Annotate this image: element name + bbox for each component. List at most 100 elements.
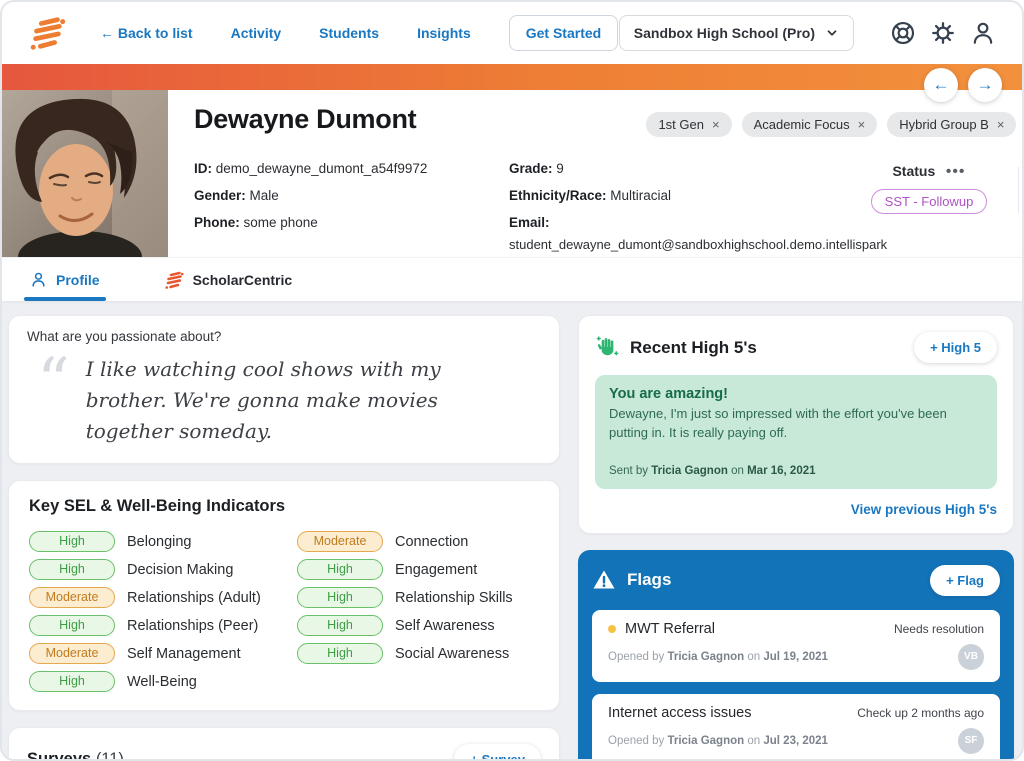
flags-title: Flags <box>627 570 671 590</box>
nav-activity[interactable]: Activity <box>231 25 282 41</box>
indicator-label: Relationships (Peer) <box>127 618 258 634</box>
main-content: What are you passionate about? “ I like … <box>2 301 1022 761</box>
tag-remove-icon[interactable]: × <box>997 117 1005 132</box>
indicator-label: Relationship Skills <box>395 590 513 606</box>
divider <box>1018 167 1019 213</box>
help-icon[interactable] <box>890 20 916 46</box>
indicator-row: ModerateConnection <box>297 531 513 552</box>
indicators-column-right: ModerateConnection HighEngagement HighRe… <box>297 531 513 692</box>
add-survey-button[interactable]: + Survey <box>454 744 541 761</box>
flag-item[interactable]: Internet access issues Check up 2 months… <box>592 694 1000 761</box>
top-nav: ← Back to list Activity Students Insight… <box>2 2 1022 64</box>
add-high5-button[interactable]: + High 5 <box>914 332 997 363</box>
settings-gear-icon[interactable] <box>930 20 956 46</box>
indicators-title: Key SEL & Well-Being Indicators <box>29 497 539 516</box>
info-email: Email: student_dewayne_dumont@sandboxhig… <box>509 209 854 253</box>
flag-opened-line: Opened by Tricia Gagnon on Jul 23, 2021 <box>608 735 828 747</box>
passion-card: What are you passionate about? “ I like … <box>8 315 560 464</box>
flag-status: Needs resolution <box>894 622 984 636</box>
indicator-label: Self Awareness <box>395 618 495 634</box>
avatar: SF <box>958 728 984 754</box>
school-selector-dropdown[interactable]: Sandbox High School (Pro) <box>619 15 854 51</box>
scholarcentric-logo-icon <box>164 270 184 290</box>
brand-logo-icon <box>28 14 66 52</box>
high5-sent-line: Sent by Tricia Gagnon on Mar 16, 2021 <box>609 465 983 477</box>
tag-remove-icon[interactable]: × <box>858 117 866 132</box>
high-five-hand-icon <box>595 335 620 360</box>
surveys-count: (11) <box>96 750 124 761</box>
indicator-row: Moderate Relationships (Adult) <box>29 587 297 608</box>
indicator-label: Connection <box>395 534 468 550</box>
indicator-row: Moderate Self Management <box>29 643 297 664</box>
flag-title: Internet access issues <box>608 705 751 721</box>
tab-scholarcentric-label: ScholarCentric <box>193 272 293 288</box>
tab-bar: Profile ScholarCentric <box>2 257 1022 301</box>
indicator-row: HighDecision Making <box>29 559 297 580</box>
info-gender: Gender: Male <box>194 182 509 209</box>
high5-card: Recent High 5's + High 5 You are amazing… <box>578 315 1014 534</box>
user-profile-icon[interactable] <box>970 20 996 46</box>
indicator-row: High Self Awareness <box>297 615 513 636</box>
avatar: VB <box>958 644 984 670</box>
add-flag-button[interactable]: + Flag <box>930 565 1000 596</box>
get-started-button[interactable]: Get Started <box>509 15 618 51</box>
info-phone: Phone: some phone <box>194 209 509 236</box>
level-badge: High <box>29 671 115 692</box>
indicator-label: Engagement <box>395 562 477 578</box>
flag-item[interactable]: MWT Referral Needs resolution Opened by … <box>592 610 1000 682</box>
warning-triangle-icon <box>592 568 616 592</box>
status-block: Status ••• SST - Followup <box>854 155 1004 253</box>
high5-message-title: You are amazing! <box>609 386 983 402</box>
level-badge: Moderate <box>29 587 115 608</box>
info-column-left: ID: demo_dewayne_dumont_a54f9972 Gender:… <box>194 155 509 253</box>
level-badge: High <box>29 531 115 552</box>
indicator-label: Relationships (Adult) <box>127 590 261 606</box>
level-badge: High <box>297 615 383 636</box>
student-pager: ← → <box>924 68 1002 102</box>
flag-opened-line: Opened by Tricia Gagnon on Jul 19, 2021 <box>608 651 828 663</box>
next-student-button[interactable]: → <box>968 68 1002 102</box>
surveys-card: Surveys (11) + Survey ScholarCentric Mid… <box>8 727 560 761</box>
tag-label: Hybrid Group B <box>899 117 989 132</box>
student-header: Dewayne Dumont 1st Gen × Academic Focus … <box>2 90 1022 257</box>
surveys-title: Surveys (11) <box>27 750 124 761</box>
school-selector-value: Sandbox High School (Pro) <box>634 25 815 41</box>
status-menu-icon[interactable]: ••• <box>946 163 966 180</box>
tag-list: 1st Gen × Academic Focus × Hybrid Group … <box>646 104 1024 137</box>
flags-card: Flags + Flag MWT Referral Needs resoluti… <box>578 550 1014 761</box>
level-badge: Moderate <box>29 643 115 664</box>
info-id: ID: demo_dewayne_dumont_a54f9972 <box>194 155 509 182</box>
indicator-row: HighBelonging <box>29 531 297 552</box>
status-label: Status <box>892 163 935 179</box>
status-badge[interactable]: SST - Followup <box>871 189 988 214</box>
tab-profile-label: Profile <box>56 272 100 288</box>
tab-scholarcentric[interactable]: ScholarCentric <box>158 258 299 301</box>
person-icon <box>30 271 47 288</box>
banner-gradient <box>2 64 1022 90</box>
flag-title: MWT Referral <box>625 621 715 637</box>
level-badge: High <box>297 559 383 580</box>
quote-icon: “ <box>37 354 70 447</box>
nav-students[interactable]: Students <box>319 25 379 41</box>
tab-profile[interactable]: Profile <box>24 258 106 301</box>
indicator-row: HighRelationships (Peer) <box>29 615 297 636</box>
student-name: Dewayne Dumont <box>194 104 416 135</box>
passion-question: What are you passionate about? <box>27 329 541 344</box>
info-column-right: Grade: 9 Ethnicity/Race: Multiracial Ema… <box>509 155 854 253</box>
previous-student-button[interactable]: ← <box>924 68 958 102</box>
app-window: ← Back to list Activity Students Insight… <box>0 0 1024 761</box>
indicator-row: HighRelationship Skills <box>297 587 513 608</box>
info-ethnicity: Ethnicity/Race: Multiracial <box>509 182 854 209</box>
tag-pill: Academic Focus × <box>742 112 878 137</box>
indicator-label: Well-Being <box>127 674 197 690</box>
tag-remove-icon[interactable]: × <box>712 117 720 132</box>
view-previous-high5s-link[interactable]: View previous High 5's <box>851 502 997 517</box>
indicators-card: Key SEL & Well-Being Indicators HighBelo… <box>8 480 560 711</box>
high5-message-body: Dewayne, I'm just so impressed with the … <box>609 405 983 443</box>
back-to-list-link[interactable]: ← Back to list <box>100 25 193 41</box>
nav-insights[interactable]: Insights <box>417 25 471 41</box>
indicator-label: Self Management <box>127 646 241 662</box>
indicator-row: High Well-Being <box>29 671 297 692</box>
tag-pill: 1st Gen × <box>646 112 731 137</box>
chevron-down-icon <box>825 26 839 40</box>
